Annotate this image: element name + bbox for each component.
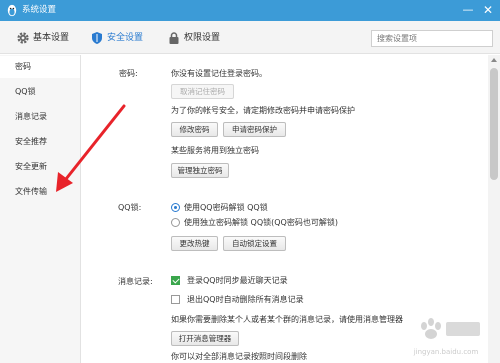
scroll-up-arrow[interactable] [491,58,497,62]
tab-basic-settings[interactable]: 基本设置 [16,30,91,46]
auto-delete-checkbox[interactable] [171,295,180,304]
qqlock-option1-radio[interactable] [171,203,180,212]
qqlock-option2-label: 使用独立密码解锁 QQ锁(QQ密码也可解锁) [184,218,338,227]
qqlock-option1-label: 使用QQ密码解锁 QQ锁 [184,203,268,212]
scrollbar-thumb[interactable] [490,68,498,180]
close-button[interactable]: ✕ [480,2,496,18]
change-hotkey-button[interactable]: 更改热键 [171,236,218,251]
password-section-label: 密码: [119,69,138,78]
sidebar-item-qqlock[interactable]: QQ锁 [0,81,80,103]
minimize-button[interactable]: — [460,2,476,18]
password-protect-hint: 为了你的帐号安全，请定期修改密码并申请密码保护 [171,106,355,115]
open-message-manager-button[interactable]: 打开消息管理器 [171,331,239,346]
tab-label: 安全设置 [107,33,144,43]
change-password-button[interactable]: 修改密码 [171,122,218,137]
baidu-jingyan-watermark: jingyan.baidu.com [394,312,498,360]
cancel-remember-password-button[interactable]: 取消记住密码 [171,84,234,99]
tab-label: 权限设置 [184,33,221,43]
window-title: 系统设置 [22,5,57,15]
lock-icon [169,32,179,44]
sidebar-item-security-recommend[interactable]: 安全推荐 [0,131,80,153]
watermark-text: jingyan.baidu.com [413,348,479,356]
password-status-text: 你没有设置记住登录密码。 [171,69,267,78]
sidebar-item-message-record[interactable]: 消息记录 [0,106,80,128]
sync-history-label: 登录QQ时同步最近聊天记录 [187,276,288,285]
delete-by-period-hint: 你可以对全部消息记录按照时间段删除 [171,352,307,361]
apply-password-protection-button[interactable]: 申请密码保护 [223,122,286,137]
auto-lock-settings-button[interactable]: 自动锁定设置 [223,236,286,251]
sidebar-item-security-update[interactable]: 安全更新 [0,156,80,178]
sync-history-checkbox[interactable] [171,276,180,285]
baidu-paw-logo [421,318,480,339]
independent-password-hint: 某些服务将用到独立密码 [171,146,259,155]
message-manager-hint: 如果你需要删除某个人或者某个群的消息记录，请使用消息管理器 [171,315,403,324]
search-input[interactable] [371,30,493,47]
gear-icon [17,32,29,44]
qq-penguin-icon [7,4,17,17]
shield-icon [92,32,102,44]
sidebar-item-password[interactable]: 密码 [0,56,80,78]
tab-permission-settings[interactable]: 权限设置 [167,30,237,46]
sidebar-item-file-transfer[interactable]: 文件传输 [0,181,80,203]
qqlock-section-label: QQ锁: [118,203,142,212]
qqlock-option2-radio[interactable] [171,218,180,227]
tab-security-settings[interactable]: 安全设置 [90,30,160,46]
manage-independent-password-button[interactable]: 管理独立密码 [171,163,229,178]
auto-delete-label: 退出QQ时自动删除所有消息记录 [187,295,304,304]
sidebar: 密码 QQ锁 消息记录 安全推荐 安全更新 文件传输 [0,55,81,363]
title-bar: 系统设置 — ✕ [0,0,500,21]
tab-label: 基本设置 [33,33,70,43]
message-record-section-label: 消息记录: [118,277,153,286]
